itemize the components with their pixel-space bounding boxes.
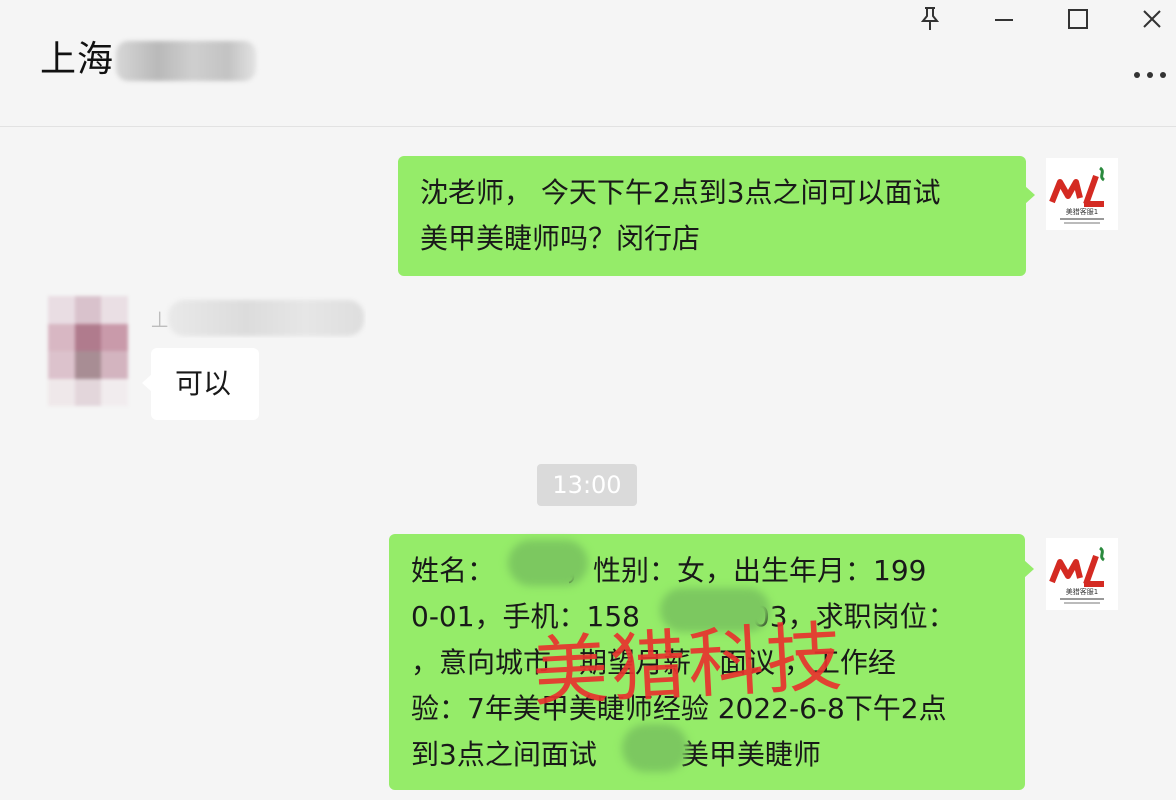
bubble-tail bbox=[1024, 560, 1034, 578]
message-text: 可以 bbox=[175, 367, 232, 400]
my-message-bubble[interactable]: 姓名： ，性别：女，出生年月：199 0-01，手机：158 03，求职岗位： … bbox=[389, 534, 1025, 790]
close-button[interactable] bbox=[1132, 2, 1172, 36]
sender-name: ⊥ bbox=[150, 296, 366, 338]
chat-header: 上海 bbox=[0, 0, 1176, 127]
message-line: 美甲美睫师吗？闵行店 bbox=[420, 222, 701, 255]
chat-title: 上海 bbox=[40, 34, 257, 86]
message-line: ，意向城市 期望月薪 面议 ，工作经 bbox=[411, 646, 896, 679]
timestamp-badge: 13:00 bbox=[537, 464, 637, 506]
logo-caption: 美猎客服1 bbox=[1066, 587, 1098, 596]
maximize-icon bbox=[1068, 9, 1088, 29]
logo-caption: 美猎客服1 bbox=[1066, 207, 1098, 216]
more-icon bbox=[1134, 72, 1166, 78]
sender-name-redacted: ⊥ bbox=[150, 308, 170, 333]
message-line: 到3点之间面试 美甲美睫师 bbox=[411, 738, 821, 771]
brand-logo-icon: 美猎客服1 bbox=[1049, 166, 1105, 224]
message-line: 沈老师， 今天下午2点到3点之间可以面试 bbox=[420, 176, 941, 209]
contact-message-bubble[interactable]: 可以 bbox=[151, 348, 259, 420]
minimize-icon bbox=[995, 19, 1013, 21]
minimize-button[interactable] bbox=[984, 2, 1024, 36]
brand-logo-icon: 美猎客服1 bbox=[1049, 546, 1105, 604]
redacted-phone-mosaic bbox=[660, 588, 770, 632]
redacted-title-mosaic bbox=[116, 41, 257, 81]
redacted-store-mosaic bbox=[622, 724, 688, 772]
pin-button[interactable] bbox=[910, 2, 950, 36]
close-icon bbox=[1143, 10, 1161, 28]
bubble-tail bbox=[1025, 186, 1035, 204]
maximize-button[interactable] bbox=[1058, 2, 1098, 36]
message-line: 验：7年美甲美睫师经验 2022-6-8下午2点 bbox=[411, 692, 947, 725]
redacted-name-mosaic bbox=[508, 540, 588, 586]
more-options-button[interactable] bbox=[1130, 58, 1170, 92]
my-message-bubble[interactable]: 沈老师， 今天下午2点到3点之间可以面试 美甲美睫师吗？闵行店 bbox=[398, 156, 1026, 276]
chat-title-text: 上海 bbox=[40, 39, 115, 80]
pin-icon bbox=[920, 7, 940, 30]
my-avatar[interactable]: 美猎客服1 bbox=[1046, 538, 1118, 610]
contact-avatar[interactable] bbox=[48, 296, 128, 406]
redacted-name-mosaic bbox=[168, 300, 364, 336]
my-avatar[interactable]: 美猎客服1 bbox=[1046, 158, 1118, 230]
